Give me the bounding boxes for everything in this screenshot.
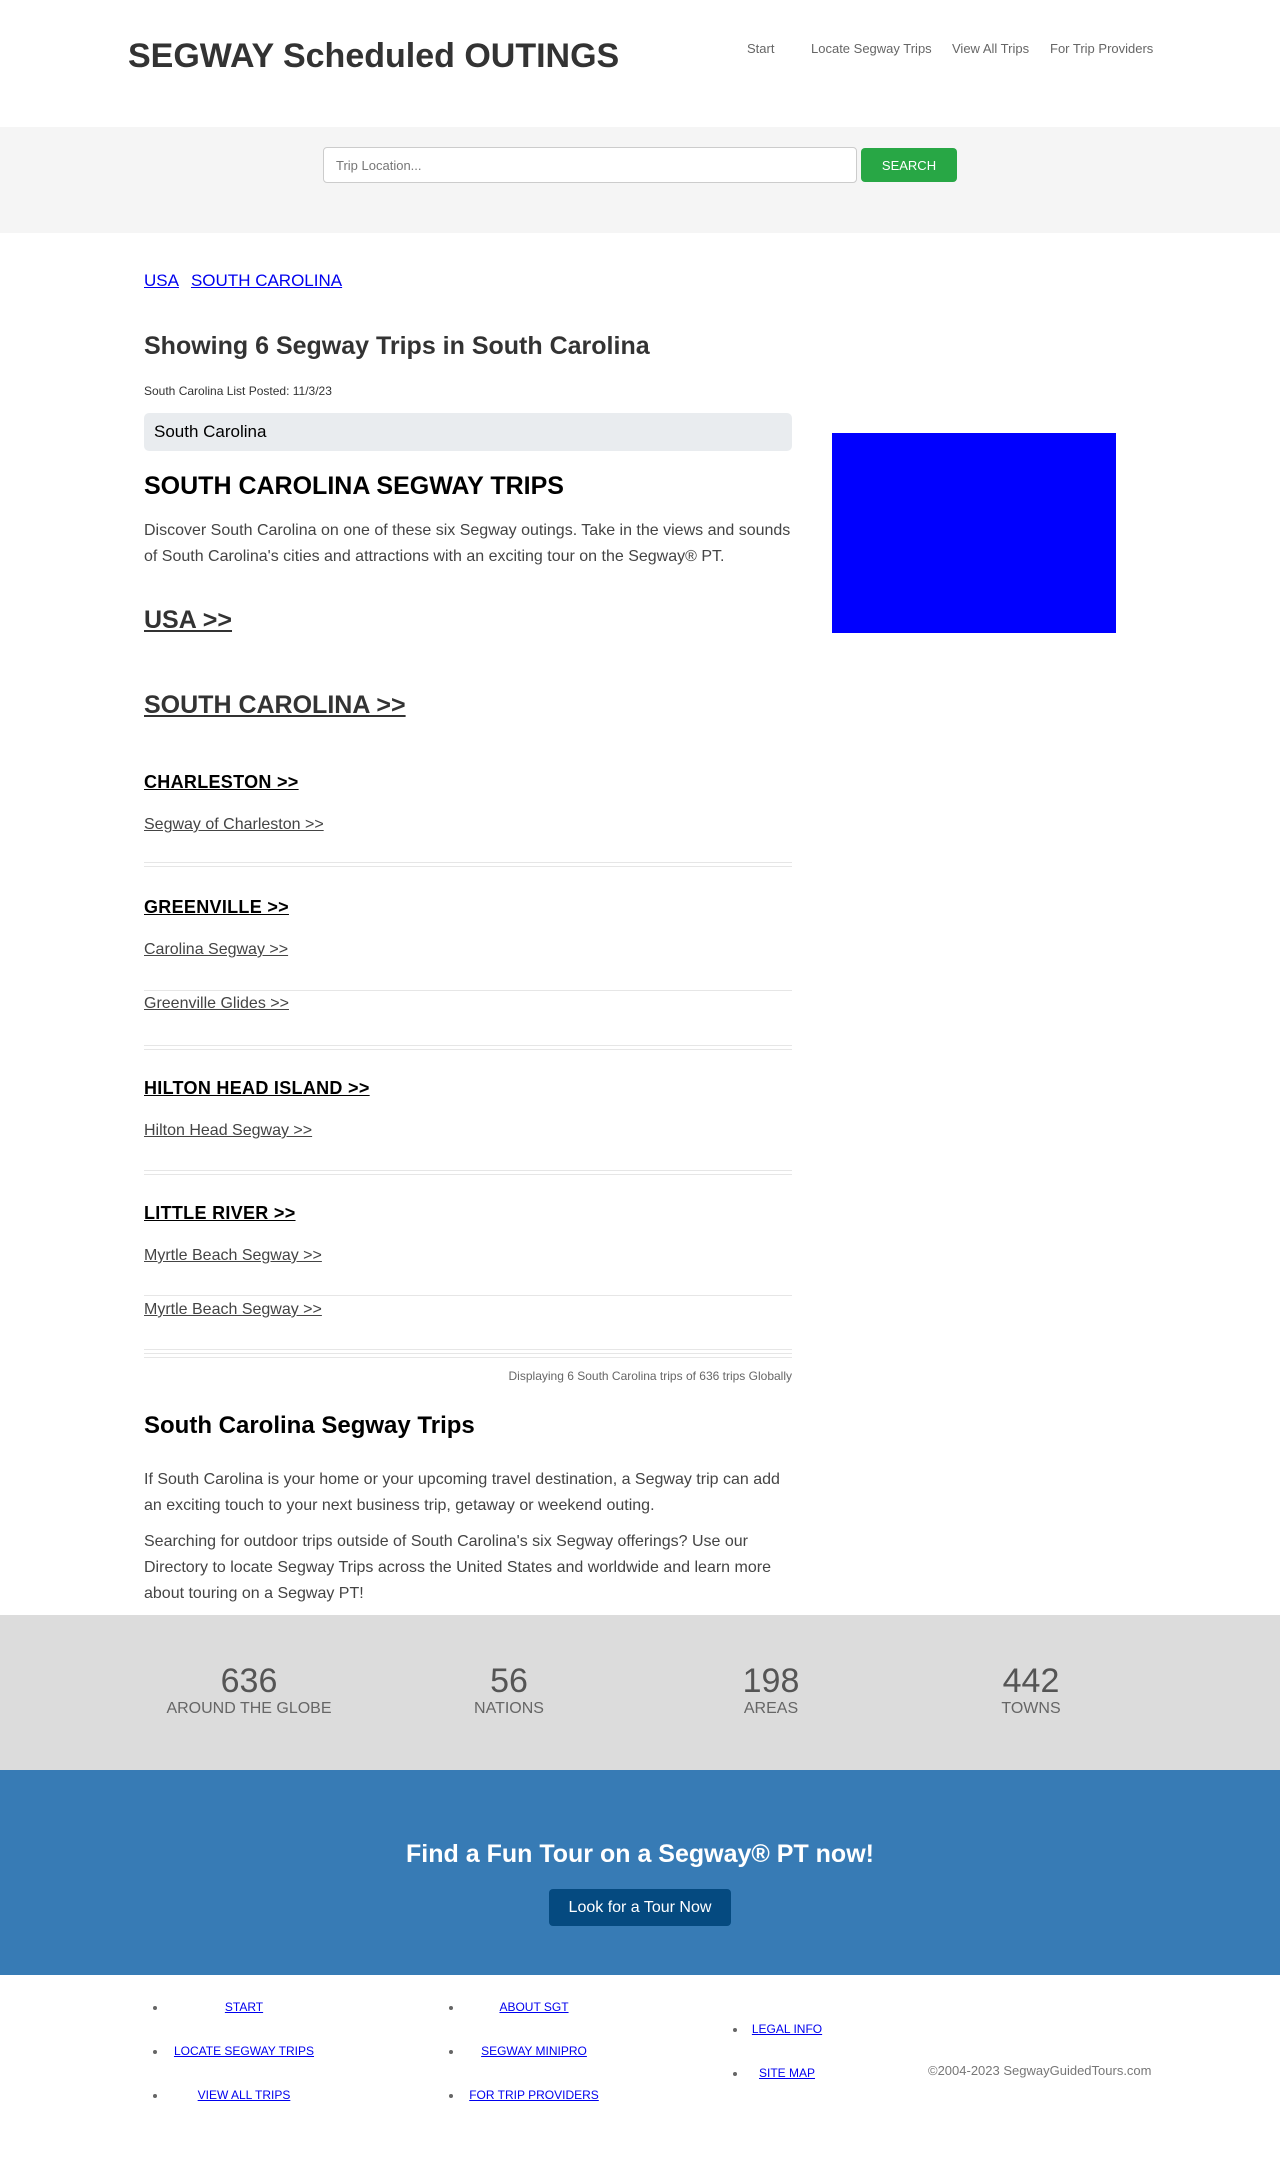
about-title: South Carolina Segway Trips (144, 1412, 475, 1439)
bullet (733, 2072, 737, 2076)
footer-site-map[interactable]: SITE MAP (748, 2066, 826, 2080)
intro-text: Discover South Carolina on one of these … (144, 522, 791, 565)
stat-areas: 198 AREAS (656, 1663, 886, 1718)
search-input[interactable] (323, 147, 857, 183)
trip-myrtle-beach-segway-2[interactable]: Myrtle Beach Segway >> (144, 1301, 322, 1319)
trip-segway-of-charleston[interactable]: Segway of Charleston >> (144, 816, 324, 834)
stat-nations: 56 NATIONS (394, 1663, 624, 1718)
footer-view-all-trips[interactable]: VIEW ALL TRIPS (168, 2088, 320, 2102)
trip-hilton-head-segway[interactable]: Hilton Head Segway >> (144, 1122, 312, 1140)
south-carolina-link[interactable]: SOUTH CAROLINA >> (144, 691, 406, 720)
divider (144, 1174, 792, 1175)
stat-value: 198 (742, 1662, 800, 1700)
breadcrumb: USA SOUTH CAROLINA (144, 271, 354, 291)
footer-locate-segway-trips[interactable]: LOCATE SEGWAY TRIPS (168, 2044, 320, 2058)
stat-value: 56 (490, 1662, 528, 1700)
breadcrumb-south-carolina[interactable]: SOUTH CAROLINA (191, 271, 342, 290)
city-hilton-head-island[interactable]: HILTON HEAD ISLAND >> (144, 1078, 370, 1099)
trip-myrtle-beach-segway[interactable]: Myrtle Beach Segway >> (144, 1247, 322, 1265)
usa-link[interactable]: USA >> (144, 606, 232, 635)
page-title: Showing 6 Segway Trips in South Carolina (144, 332, 650, 360)
stat-towns: 442 TOWNS (916, 1663, 1146, 1718)
stat-label: AROUND THE GLOBE (166, 1700, 332, 1717)
stats-band: 636 AROUND THE GLOBE 56 NATIONS 198 AREA… (0, 1615, 1280, 1770)
trip-greenville-glides[interactable]: Greenville Glides >> (144, 995, 289, 1013)
bullet (449, 2050, 453, 2054)
content-area: USA SOUTH CAROLINA Showing 6 Segway Trips… (0, 233, 1280, 1615)
footer-start[interactable]: START (168, 2000, 320, 2014)
stat-value: 636 (220, 1662, 278, 1700)
stat-label: AREAS (743, 1700, 799, 1717)
bullet (733, 2028, 737, 2032)
divider (144, 1170, 792, 1171)
footer-segway-minipro[interactable]: SEGWAY MINIPRO (464, 2044, 604, 2058)
divider (144, 1045, 792, 1046)
look-for-tour-button[interactable]: Look for a Tour Now (549, 1889, 731, 1926)
copyright: ©2004-2023 SegwayGuidedTours.com (928, 2063, 1152, 2078)
nav-start[interactable]: Start (747, 41, 774, 56)
city-greenville[interactable]: GREENVILLE >> (144, 897, 289, 918)
stat-label: NATIONS (474, 1700, 544, 1717)
breadcrumb-usa[interactable]: USA (144, 271, 179, 290)
city-charleston[interactable]: CHARLESTON >> (144, 772, 299, 793)
stat-globe: 636 AROUND THE GLOBE (134, 1663, 364, 1718)
posted-date: South Carolina List Posted: 11/3/23 (144, 384, 332, 398)
about-paragraph-1: If South Carolina is your home or your u… (144, 1471, 780, 1514)
bullet (153, 2006, 157, 2010)
footer-for-trip-providers[interactable]: FOR TRIP PROVIDERS (464, 2088, 604, 2102)
cta-title: Find a Fun Tour on a Segway® PT now! (406, 1840, 874, 1868)
about-paragraph-2: Searching for outdoor trips outside of S… (144, 1533, 771, 1602)
divider (144, 1049, 792, 1050)
divider (144, 1357, 792, 1358)
nav-locate-segway-trips[interactable]: Locate Segway Trips (811, 41, 932, 56)
region-label: South Carolina (144, 413, 792, 451)
nav-view-all-trips[interactable]: View All Trips (952, 41, 1029, 56)
divider (144, 862, 792, 863)
nav-for-trip-providers[interactable]: For Trip Providers (1050, 41, 1153, 56)
main-nav: Start Locate Segway Trips View All Trips… (0, 41, 1280, 61)
stat-label: TOWNS (1001, 1700, 1061, 1717)
stat-value: 442 (1002, 1662, 1060, 1700)
divider (144, 1295, 792, 1296)
section-title: SOUTH CAROLINA SEGWAY TRIPS (144, 472, 564, 500)
divider (144, 990, 792, 991)
search-band: SEARCH (0, 127, 1280, 233)
bullet (153, 2050, 157, 2054)
footer-legal-info[interactable]: LEGAL INFO (748, 2022, 826, 2036)
ad-placeholder (832, 433, 1116, 633)
divider (144, 866, 792, 867)
divider (144, 1353, 792, 1354)
cta-band: Find a Fun Tour on a Segway® PT now! Loo… (0, 1770, 1280, 1975)
divider (144, 1349, 792, 1350)
search-button[interactable]: SEARCH (861, 148, 957, 182)
bullet (449, 2006, 453, 2010)
bullet (449, 2094, 453, 2098)
footer-about-sgt[interactable]: ABOUT SGT (464, 2000, 604, 2014)
displaying-count: Displaying 6 South Carolina trips of 636… (508, 1369, 792, 1383)
site-header: SEGWAY Scheduled OUTINGS Start Locate Se… (0, 0, 1280, 127)
bullet (153, 2094, 157, 2098)
trip-carolina-segway[interactable]: Carolina Segway >> (144, 941, 288, 959)
city-little-river[interactable]: LITTLE RIVER >> (144, 1203, 296, 1224)
site-footer: START LOCATE SEGWAY TRIPS VIEW ALL TRIPS… (0, 1975, 1280, 2175)
